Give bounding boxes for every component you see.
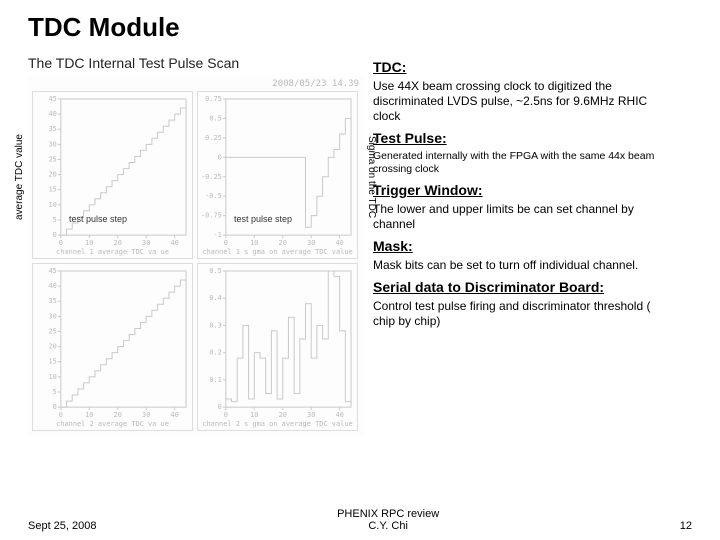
svg-text:10: 10: [85, 239, 93, 247]
slide-title: TDC Module: [28, 12, 692, 43]
svg-text:25: 25: [48, 155, 56, 163]
svg-text:35: 35: [48, 125, 56, 133]
svg-text:channel 1 s gma on average TDC: channel 1 s gma on average TDC value: [202, 248, 352, 256]
svg-text:0.5: 0.5: [209, 267, 222, 275]
chart-panel-2: 051015202530354045010203040channel 2 ave…: [32, 263, 193, 431]
svg-text:channel 1 average TDC va ue: channel 1 average TDC va ue: [56, 248, 169, 256]
svg-text:20: 20: [279, 411, 287, 419]
svg-text:45: 45: [48, 267, 56, 275]
svg-text:40: 40: [335, 411, 343, 419]
mask-text: Mask bits can be set to turn off individ…: [373, 258, 673, 273]
testpulse-text: Generated internally with the FPGA with …: [373, 150, 673, 176]
svg-text:15: 15: [48, 186, 56, 194]
svg-text:30: 30: [48, 140, 56, 148]
footer-page: 12: [680, 520, 692, 532]
svg-text:0.25: 0.25: [205, 134, 222, 142]
left-column: The TDC Internal Test Pulse Scan 2008/05…: [28, 55, 363, 437]
svg-text:20: 20: [279, 239, 287, 247]
plot-timestamp: 2008/05/23 14.39: [272, 79, 359, 89]
svg-text:0: 0: [218, 153, 222, 161]
svg-text:0.3: 0.3: [209, 321, 222, 329]
svg-text:5: 5: [53, 216, 57, 224]
ylabel-average: average TDC value: [14, 97, 25, 257]
svg-text:20: 20: [114, 411, 122, 419]
svg-text:40: 40: [170, 411, 178, 419]
mask-heading: Mask:: [373, 238, 673, 254]
svg-text:40: 40: [335, 239, 343, 247]
svg-text:channel 2 average TDC va ue: channel 2 average TDC va ue: [56, 420, 169, 428]
svg-text:0.5: 0.5: [209, 114, 222, 122]
chart-panel-3: 0 0.1 0.2 0.3 0.4 0.5 0 10 20 30 40channel 2 s gma…: [197, 263, 358, 431]
svg-text:45: 45: [48, 95, 56, 103]
svg-text:0.1: 0.1: [209, 376, 222, 384]
svg-text:40: 40: [48, 282, 56, 290]
svg-text:30: 30: [142, 239, 150, 247]
plot-area: 2008/05/23 14.39 average TDC value Sigma…: [28, 77, 363, 437]
svg-text:15: 15: [48, 358, 56, 366]
svg-text:0: 0: [53, 403, 57, 411]
step-label-0: test pulse step: [69, 214, 127, 224]
right-column: TDC: Use 44X beam crossing clock to digi…: [373, 55, 673, 437]
svg-text:5: 5: [53, 388, 57, 396]
trigger-heading: Trigger Window:: [373, 182, 673, 198]
svg-text:10: 10: [48, 201, 56, 209]
chart-svg-2: 051015202530354045010203040channel 2 ave…: [33, 264, 192, 430]
svg-text:0: 0: [59, 411, 63, 419]
chart-svg-3: 0 0.1 0.2 0.3 0.4 0.5 0 10 20 30 40channel 2 s gma…: [198, 264, 357, 430]
chart-svg-1: -1 -0.75 -0.5 -0.25 0 0.25 0.5 0.75 0 10 20 30 40cha…: [198, 92, 357, 258]
svg-text:0.75: 0.75: [205, 95, 222, 103]
svg-text:35: 35: [48, 297, 56, 305]
step-label-1: test pulse step: [234, 214, 292, 224]
svg-text:0: 0: [218, 403, 222, 411]
svg-text:20: 20: [48, 171, 56, 179]
svg-text:30: 30: [48, 312, 56, 320]
svg-text:10: 10: [85, 411, 93, 419]
svg-text:30: 30: [307, 239, 315, 247]
svg-text:40: 40: [48, 110, 56, 118]
trigger-text: The lower and upper limits be can set ch…: [373, 202, 673, 232]
plot-subtitle: The TDC Internal Test Pulse Scan: [28, 55, 363, 71]
svg-text:0: 0: [224, 239, 228, 247]
svg-text:30: 30: [142, 411, 150, 419]
svg-text:0: 0: [224, 411, 228, 419]
footer-line2: C.Y. Chi: [337, 520, 439, 532]
ylabel-sigma: Sigma on the TDC: [366, 97, 377, 257]
footer: Sept 25, 2008 PHENIX RPC review C.Y. Chi…: [28, 508, 692, 532]
svg-text:10: 10: [48, 373, 56, 381]
tdc-heading: TDC:: [373, 59, 673, 75]
svg-text:10: 10: [250, 411, 258, 419]
svg-text:20: 20: [114, 239, 122, 247]
tdc-text: Use 44X beam crossing clock to digitized…: [373, 79, 673, 124]
svg-text:-0.75: -0.75: [201, 212, 222, 220]
serial-heading: Serial data to Discriminator Board:: [373, 279, 673, 295]
chart-panel-0: test pulse step 0 5 10 15 20 25 30 35 40 45 0 10 20 3…: [32, 91, 193, 259]
serial-text: Control test pulse firing and discrimina…: [373, 299, 673, 329]
svg-text:0.4: 0.4: [209, 294, 222, 302]
content-row: The TDC Internal Test Pulse Scan 2008/05…: [28, 55, 692, 437]
svg-text:25: 25: [48, 327, 56, 335]
svg-text:channel 2 s gma on average TDC: channel 2 s gma on average TDC value: [202, 420, 352, 428]
footer-line1: PHENIX RPC review: [337, 508, 439, 520]
footer-center: PHENIX RPC review C.Y. Chi: [337, 508, 439, 532]
svg-text:30: 30: [307, 411, 315, 419]
svg-text:0.2: 0.2: [209, 349, 222, 357]
svg-text:40: 40: [170, 239, 178, 247]
testpulse-heading: Test Pulse:: [373, 130, 673, 146]
svg-text:-1: -1: [213, 231, 221, 239]
chart-svg-0: 051015202530354045010203040channel 1 ave…: [33, 92, 192, 258]
chart-panel-1: test pulse step -1 -0.75 -0.5 -0.25 0 0.25 0.5…: [197, 91, 358, 259]
svg-text:-0.5: -0.5: [205, 192, 222, 200]
svg-text:0: 0: [59, 239, 63, 247]
chart-grid: test pulse step 0 5 10 15 20 25 30 35 40 45 0 10 20 3…: [32, 91, 358, 431]
svg-text:20: 20: [48, 343, 56, 351]
footer-date: Sept 25, 2008: [28, 520, 97, 532]
svg-text:0: 0: [53, 231, 57, 239]
svg-text:10: 10: [250, 239, 258, 247]
svg-text:-0.25: -0.25: [201, 173, 222, 181]
